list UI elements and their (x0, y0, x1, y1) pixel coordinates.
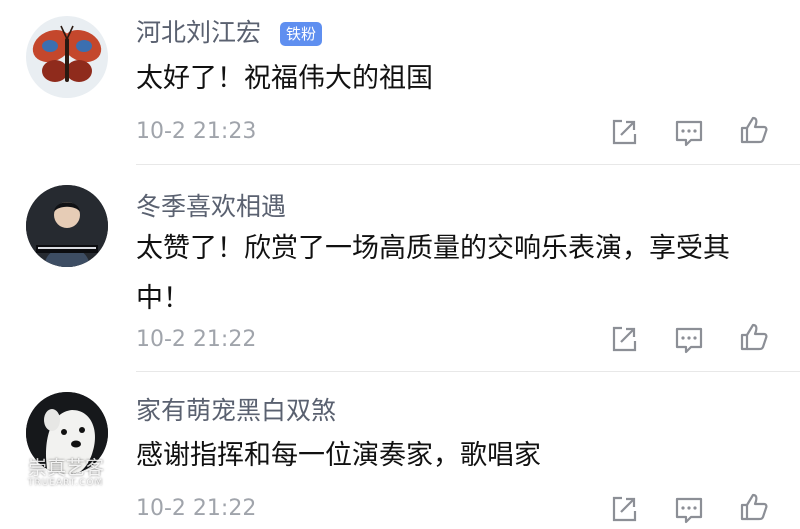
comment-icon[interactable] (674, 118, 704, 148)
butterfly-avatar-image (32, 25, 102, 82)
comment-item: 河北刘江宏 铁粉 太好了！祝福伟大的祖国 10-2 21:23 (0, 0, 800, 165)
like-icon[interactable] (739, 492, 769, 522)
pianist-avatar-image (26, 185, 108, 267)
comment-text: 太赞了！欣赏了一场高质量的交响乐表演，享受其中！ (136, 233, 730, 314)
watermark: 崇真艺客 TRUEART.COM (28, 458, 148, 498)
username[interactable]: 家有萌宠黑白双煞 (136, 396, 336, 426)
share-icon[interactable] (609, 117, 639, 147)
comment-icon[interactable] (674, 325, 704, 355)
comment-text: 感谢指挥和每一位演奏家，歌唱家 (136, 440, 541, 471)
username[interactable]: 河北刘江宏 (136, 18, 261, 48)
comment-item: 冬季喜欢相遇 太赞了！欣赏了一场高质量的交响乐表演，享受其中！ 10-2 21:… (0, 165, 800, 372)
comment-time: 10-2 21:22 (136, 327, 257, 352)
fan-badge: 铁粉 (280, 22, 323, 46)
avatar[interactable] (26, 16, 108, 98)
comment-time: 10-2 21:23 (136, 119, 257, 144)
watermark-url: TRUEART.COM (28, 478, 104, 488)
comment-time: 10-2 21:22 (136, 496, 257, 521)
like-icon[interactable] (739, 322, 769, 352)
comment-icon[interactable] (674, 495, 704, 525)
share-icon[interactable] (609, 324, 639, 354)
avatar[interactable] (26, 185, 108, 267)
username[interactable]: 冬季喜欢相遇 (136, 192, 286, 222)
watermark-logo: 崇真艺客 (28, 457, 105, 479)
comment-text: 太好了！祝福伟大的祖国 (136, 63, 433, 94)
like-icon[interactable] (739, 115, 769, 145)
share-icon[interactable] (609, 494, 639, 524)
